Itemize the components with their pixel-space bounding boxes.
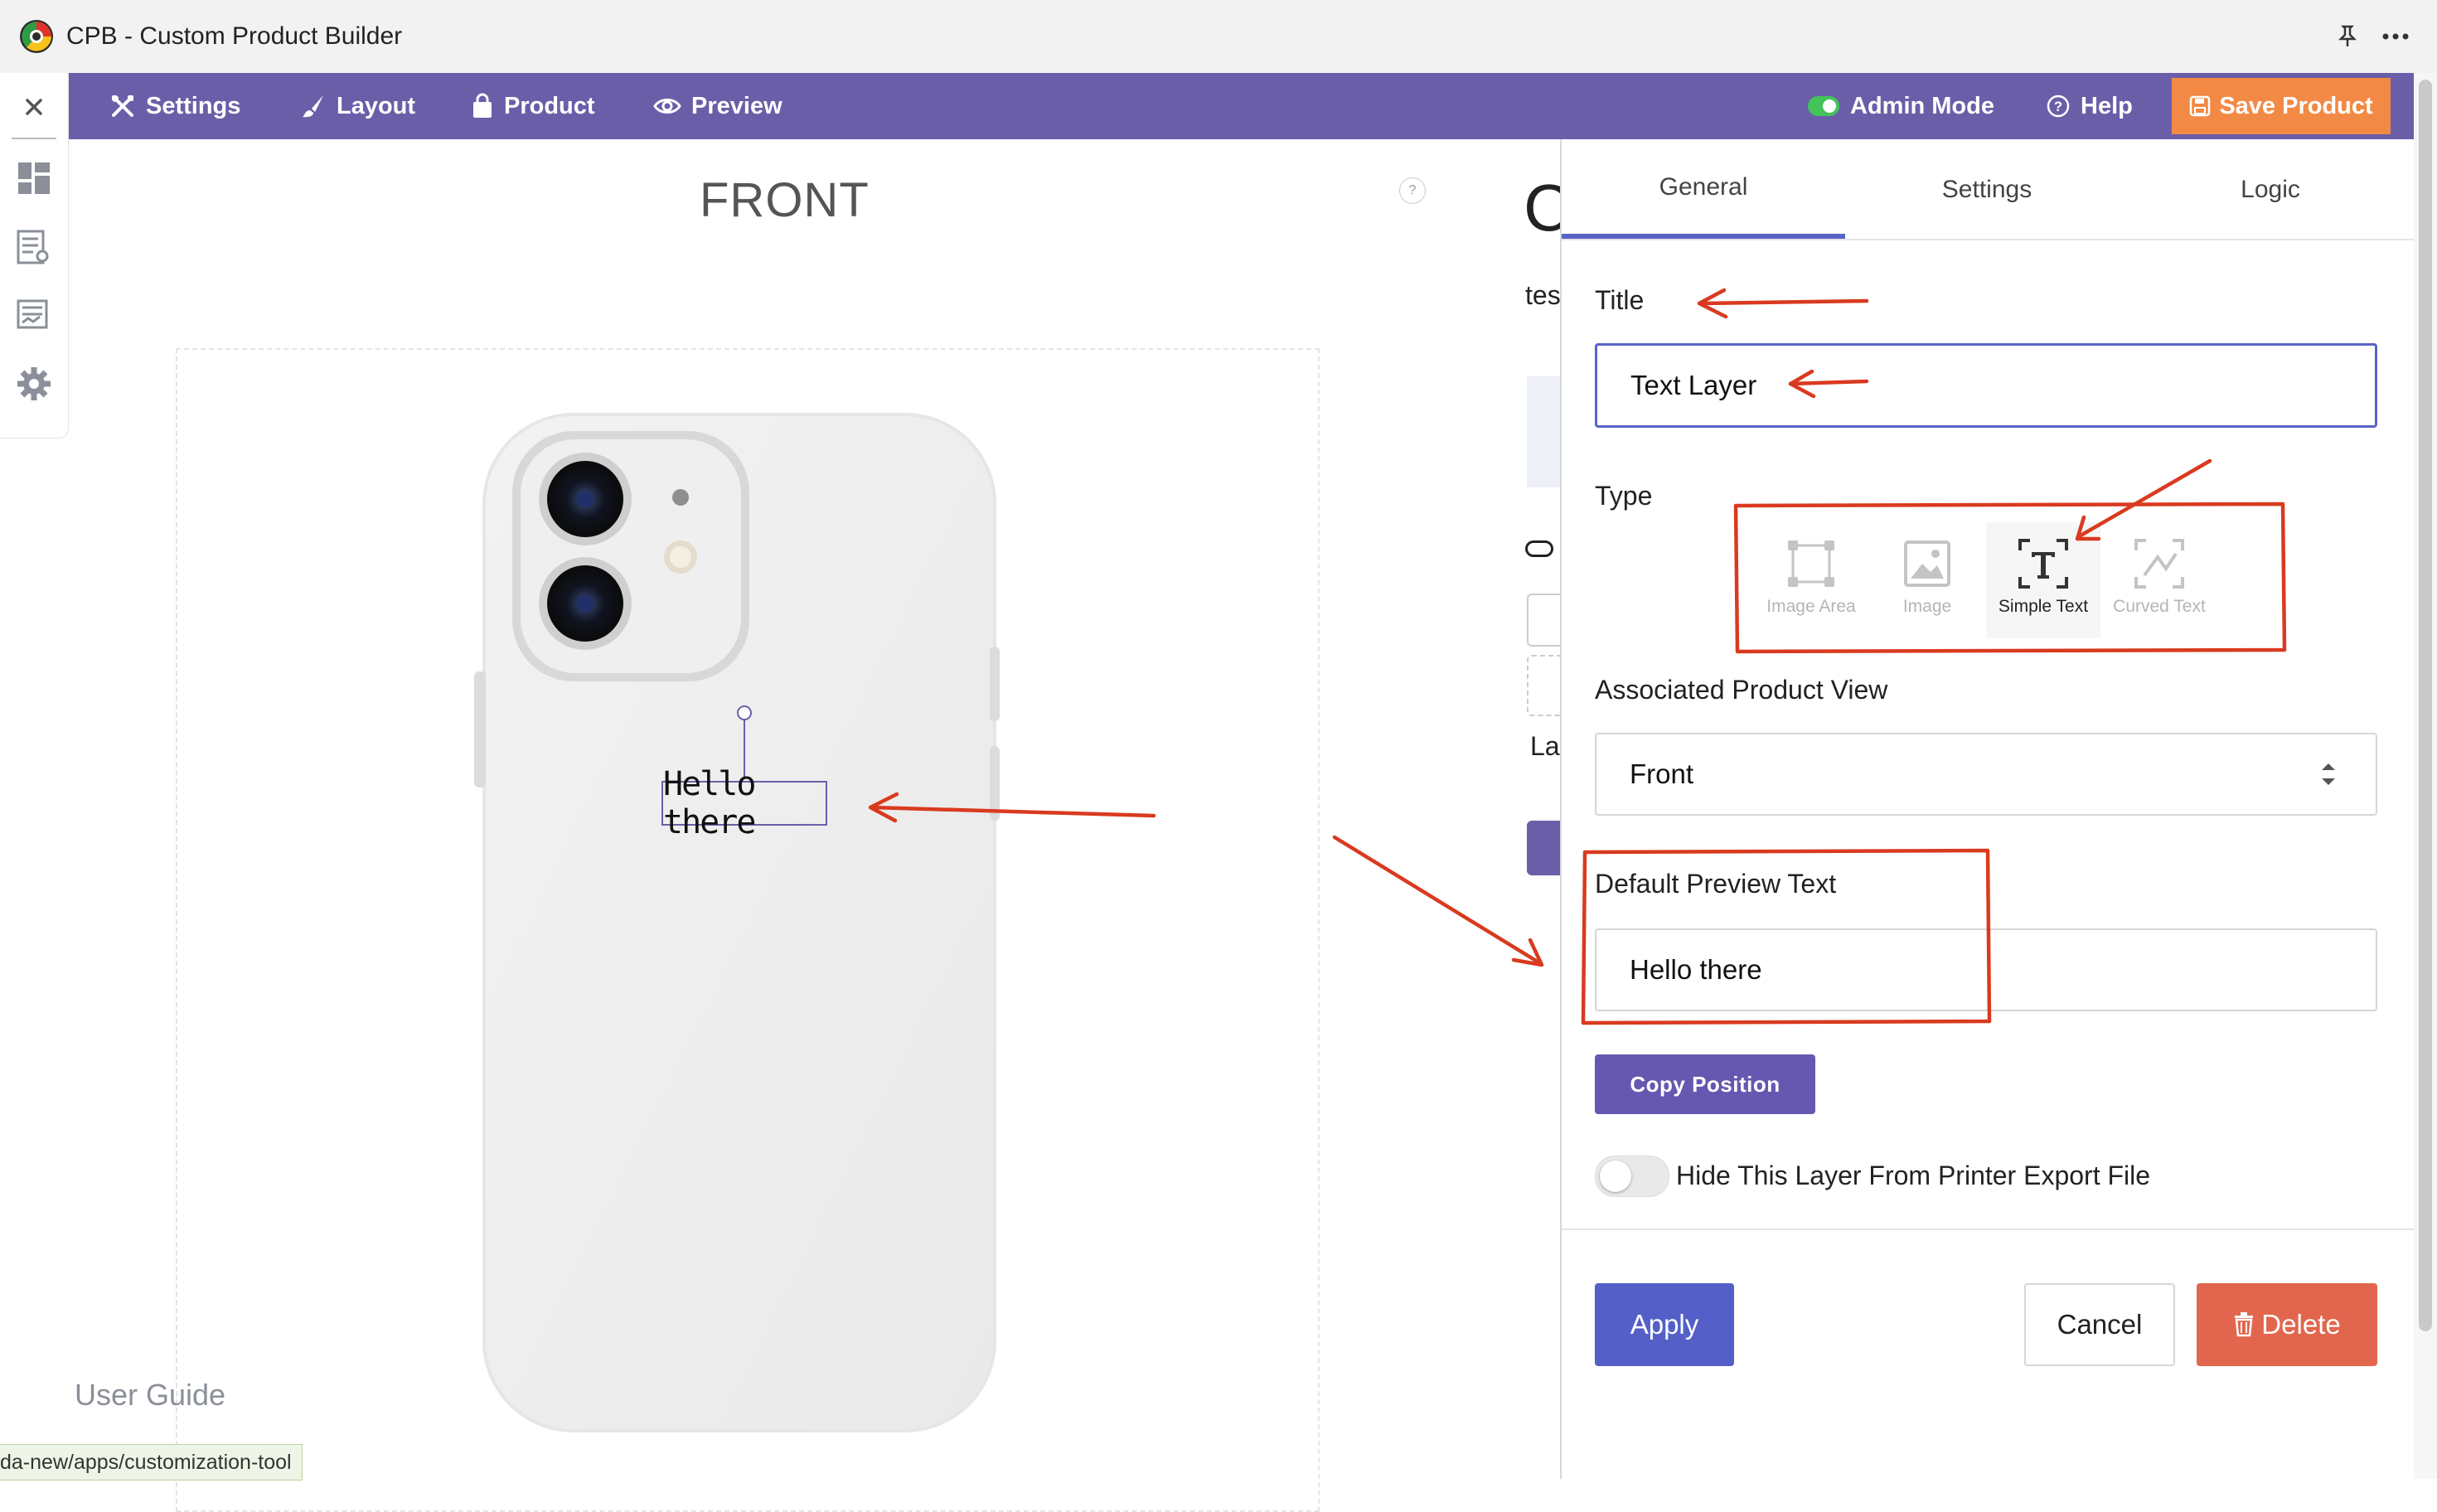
tab-settings[interactable]: Settings (1845, 141, 2129, 239)
pin-icon[interactable] (2334, 18, 2361, 55)
type-option-image[interactable]: Image (1870, 522, 1984, 638)
associated-view-label: Associated Product View (1595, 675, 1888, 705)
delete-label: Delete (2261, 1309, 2341, 1340)
more-options-icon[interactable] (2377, 18, 2414, 55)
default-preview-text-label: Default Preview Text (1595, 869, 1837, 899)
nav-help[interactable]: ? Help (2046, 73, 2133, 139)
type-option-curved-text[interactable]: Curved Text (2102, 522, 2217, 638)
trash-icon (2235, 1312, 2254, 1337)
save-product-label: Save Product (2219, 92, 2373, 119)
eye-icon (653, 99, 681, 114)
admin-mode-toggle[interactable]: Admin Mode (1807, 73, 1994, 139)
dashboard-icon[interactable] (15, 159, 53, 197)
image-area-icon (1788, 540, 1834, 587)
help-circle-icon: ? (2047, 94, 2070, 118)
scrollbar-thumb[interactable] (2419, 80, 2432, 1331)
nav-layout[interactable]: Layout (300, 73, 415, 139)
nav-preview[interactable]: Preview (653, 73, 782, 139)
shopping-bag-icon (473, 93, 492, 118)
type-option-image-area-label: Image Area (1766, 597, 1856, 616)
sidebar-divider (12, 138, 56, 139)
associated-view-value: Front (1630, 758, 1694, 789)
simple-text-icon (2018, 539, 2068, 589)
image-icon (1904, 540, 1950, 587)
admin-mode-label: Admin Mode (1850, 92, 1994, 119)
nav-settings[interactable]: Settings (109, 73, 240, 139)
type-option-image-label: Image (1902, 597, 1952, 616)
hidden-card-fragment (1527, 376, 1560, 487)
delete-button[interactable]: Delete (2197, 1283, 2377, 1366)
curved-text-icon (2134, 539, 2184, 589)
close-icon[interactable] (15, 88, 53, 126)
text-layer-preview[interactable]: Hello there (661, 765, 827, 841)
hide-layer-label: Hide This Layer From Printer Export File (1676, 1160, 2151, 1190)
hidden-dropzone-fragment (1527, 655, 1562, 716)
nav-settings-label: Settings (146, 92, 241, 119)
nav-preview-label: Preview (691, 92, 782, 119)
status-bar-url: da-new/apps/customization-tool (0, 1444, 303, 1480)
cancel-button[interactable]: Cancel (2024, 1283, 2175, 1366)
type-option-image-area[interactable]: Image Area (1754, 522, 1868, 638)
nav-help-label: Help (2081, 92, 2133, 119)
view-title: FRONT (700, 173, 870, 227)
hidden-text-fragment: tes (1525, 280, 1561, 310)
associated-view-select[interactable]: Front (1595, 733, 2377, 816)
phone-case-product-image (448, 406, 1028, 1442)
hidden-input-fragment (1527, 594, 1562, 647)
type-option-simple-text-label: Simple Text (1998, 597, 2089, 616)
title-input[interactable]: Text Layer (1595, 343, 2377, 428)
tab-logic[interactable]: Logic (2129, 141, 2412, 239)
floppy-disk-icon (2190, 95, 2211, 117)
select-chevron-icon (2318, 758, 2339, 791)
hidden-toggle-icon (1525, 540, 1553, 557)
title-label: Title (1595, 285, 1645, 315)
tools-icon (112, 95, 133, 117)
tab-general[interactable]: General (1562, 141, 1845, 239)
nav-layout-label: Layout (337, 92, 416, 119)
help-tooltip-icon[interactable]: ? (1399, 177, 1426, 204)
copy-position-button[interactable]: Copy Position (1595, 1054, 1815, 1114)
toggle-on-icon (1808, 96, 1839, 116)
type-option-simple-text[interactable]: Simple Text (1986, 522, 2100, 638)
hide-layer-toggle-knob (1600, 1161, 1631, 1192)
svg-text:?: ? (2054, 99, 2062, 114)
tabs-divider (1562, 239, 2414, 240)
user-guide-link[interactable]: User Guide (75, 1378, 225, 1413)
list-search-icon[interactable] (15, 229, 53, 267)
report-icon[interactable] (15, 297, 53, 335)
default-preview-text-input[interactable]: Hello there (1595, 928, 2377, 1011)
panel-footer-divider (1562, 1228, 2414, 1230)
type-option-curved-text-label: Curved Text (2113, 597, 2206, 616)
gear-icon[interactable] (15, 365, 53, 403)
window-title: CPB - Custom Product Builder (66, 22, 403, 50)
app-logo-icon (18, 18, 55, 55)
hidden-button-fragment (1527, 821, 1560, 875)
hidden-label-fragment: La (1530, 731, 1560, 761)
brush-icon (303, 95, 323, 118)
nav-product-label: Product (504, 92, 595, 119)
nav-product[interactable]: Product (471, 73, 595, 139)
type-label: Type (1595, 481, 1653, 511)
save-product-button[interactable]: Save Product (2172, 78, 2391, 134)
apply-button[interactable]: Apply (1595, 1283, 1734, 1366)
